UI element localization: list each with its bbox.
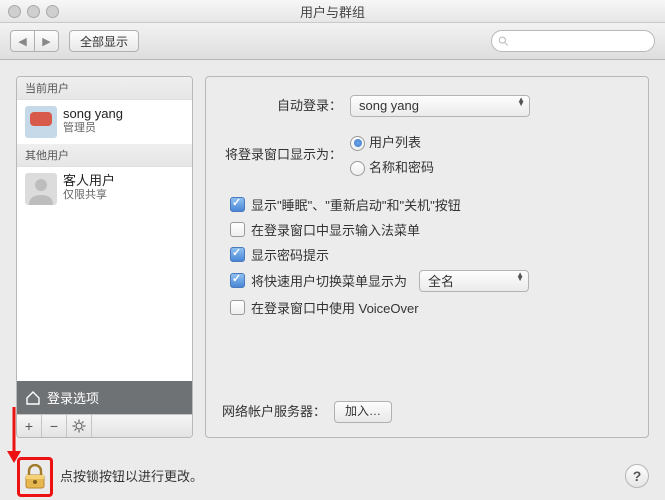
radio-icon: [350, 161, 365, 176]
checkbox-icon: [230, 273, 245, 288]
traffic-lights: [8, 5, 59, 18]
auto-login-value: song yang: [359, 96, 419, 117]
back-button[interactable]: ◀: [11, 31, 34, 51]
house-icon: [25, 390, 41, 406]
chevron-updown-icon: ▲▼: [516, 273, 524, 281]
gear-icon: [72, 419, 86, 433]
display-as-label: 将登录窗口显示为：: [222, 145, 342, 166]
content: 当前用户 song yang 管理员 其他用户 客人用户 仅限共享: [0, 60, 665, 438]
search-field[interactable]: [491, 30, 655, 52]
fast-switch-value: 全名: [428, 271, 454, 290]
nav-segmented: ◀ ▶: [10, 30, 59, 52]
chk-sleep-label: 显示"睡眠"、"重新启动"和"关机"按钮: [251, 195, 461, 214]
show-all-button[interactable]: 全部显示: [69, 30, 139, 52]
sidebar-item-login-options[interactable]: 登录选项: [17, 381, 192, 414]
avatar: [25, 106, 57, 138]
chevron-updown-icon: ▲▼: [517, 98, 525, 106]
chk-voiceover-label: 在登录窗口中使用 VoiceOver: [251, 298, 419, 317]
chk-fastswitch-label: 将快速用户切换菜单显示为: [251, 271, 407, 290]
checkbox-icon: [230, 197, 245, 212]
toolbar: ◀ ▶ 全部显示: [0, 23, 665, 60]
minimize-icon[interactable]: [27, 5, 40, 18]
auto-login-label: 自动登录：: [222, 96, 342, 117]
person-icon: [25, 173, 57, 205]
chk-fast-user-switching[interactable]: 将快速用户切换菜单显示为 全名 ▲▼: [230, 270, 632, 292]
avatar: [25, 173, 57, 205]
section-other-users: 其他用户: [17, 144, 192, 167]
chk-input-menu[interactable]: 在登录窗口中显示输入法菜单: [230, 220, 632, 239]
show-all-label: 全部显示: [80, 33, 128, 50]
chk-pwhint-label: 显示密码提示: [251, 245, 329, 264]
row-network-server: 网络帐户服务器： 加入…: [222, 401, 632, 423]
row-display-as: 将登录窗口显示为： 用户列表 名称和密码: [222, 133, 632, 179]
join-button[interactable]: 加入…: [334, 401, 392, 423]
user-role: 仅限共享: [63, 189, 115, 202]
auto-login-popup[interactable]: song yang ▲▼: [350, 95, 530, 117]
lock-hint-text: 点按锁按钮以进行更改。: [60, 466, 203, 485]
user-role: 管理员: [63, 122, 123, 135]
login-options-label: 登录选项: [47, 388, 99, 407]
close-icon[interactable]: [8, 5, 21, 18]
search-input[interactable]: [513, 33, 648, 49]
radio-user-list-label: 用户列表: [369, 133, 421, 154]
lock-button-highlight: [17, 457, 53, 497]
chk-input-label: 在登录窗口中显示输入法菜单: [251, 220, 420, 239]
login-options-panel: 自动登录： song yang ▲▼ 将登录窗口显示为： 用户列表 名称和密码: [205, 76, 649, 438]
remove-user-button[interactable]: −: [42, 415, 67, 437]
lock-icon[interactable]: [24, 464, 46, 490]
section-current-user: 当前用户: [17, 77, 192, 100]
join-button-label: 加入…: [345, 402, 381, 421]
checkbox-icon: [230, 222, 245, 237]
forward-button[interactable]: ▶: [34, 31, 58, 51]
zoom-icon[interactable]: [46, 5, 59, 18]
sidebar-item-guest-user[interactable]: 客人用户 仅限共享: [17, 167, 192, 211]
options-block: 显示"睡眠"、"重新启动"和"关机"按钮 在登录窗口中显示输入法菜单 显示密码提…: [222, 195, 632, 317]
checkbox-icon: [230, 300, 245, 315]
chk-voiceover[interactable]: 在登录窗口中使用 VoiceOver: [230, 298, 632, 317]
help-button[interactable]: ?: [625, 464, 649, 488]
row-auto-login: 自动登录： song yang ▲▼: [222, 95, 632, 117]
fast-switch-popup[interactable]: 全名 ▲▼: [419, 270, 529, 292]
radio-name-password-label: 名称和密码: [369, 158, 434, 179]
radio-user-list[interactable]: 用户列表: [350, 133, 421, 154]
checkbox-icon: [230, 247, 245, 262]
sidebar-item-current-user[interactable]: song yang 管理员: [17, 100, 192, 144]
network-server-label: 网络帐户服务器：: [222, 402, 326, 423]
user-name: 客人用户: [63, 173, 115, 189]
users-sidebar: 当前用户 song yang 管理员 其他用户 客人用户 仅限共享: [16, 76, 193, 438]
titlebar: 用户与群组: [0, 0, 665, 23]
chk-password-hint[interactable]: 显示密码提示: [230, 245, 632, 264]
user-name: song yang: [63, 106, 123, 122]
radio-name-password[interactable]: 名称和密码: [350, 158, 434, 179]
window-title: 用户与群组: [300, 2, 365, 21]
search-icon: [498, 35, 509, 47]
action-menu-button[interactable]: [67, 415, 92, 437]
chk-sleep-restart-shutdown[interactable]: 显示"睡眠"、"重新启动"和"关机"按钮: [230, 195, 632, 214]
radio-icon: [350, 136, 365, 151]
sidebar-footer: + −: [17, 414, 192, 437]
help-label: ?: [633, 468, 642, 484]
annotation-arrow-icon: [4, 405, 24, 465]
